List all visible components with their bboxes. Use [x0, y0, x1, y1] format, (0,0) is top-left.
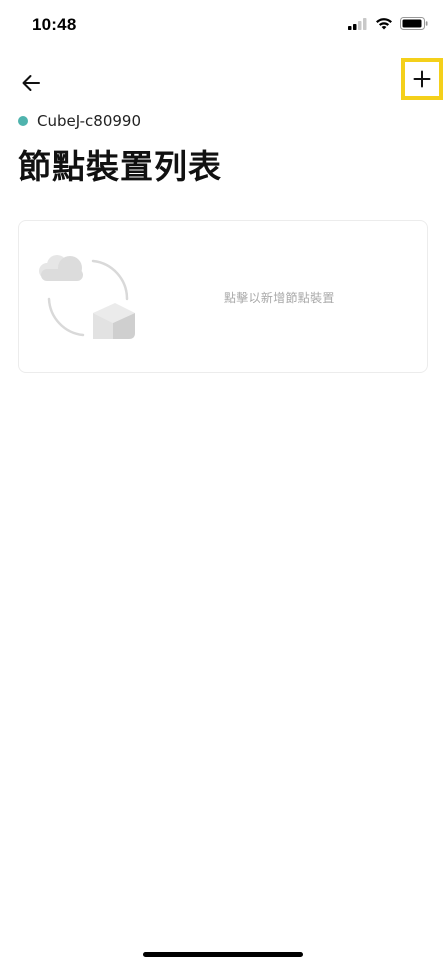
status-bar: 10:48 — [0, 0, 446, 52]
device-row: CubeJ-c80990 — [18, 112, 141, 130]
page-title: 節點裝置列表 — [18, 147, 222, 186]
sync-arc-bottom — [47, 297, 85, 337]
status-icons — [348, 17, 428, 30]
box-icon — [93, 303, 135, 339]
battery-icon — [400, 17, 428, 30]
arrow-left-icon — [22, 75, 40, 91]
home-indicator[interactable] — [143, 952, 303, 957]
status-time: 10:48 — [32, 15, 77, 34]
add-node-hint: 點擊以新增節點裝置 — [224, 291, 335, 305]
plus-icon — [413, 70, 431, 88]
cloud-icon — [39, 255, 83, 281]
cellular-signal-icon — [348, 17, 367, 30]
add-device-button[interactable] — [401, 58, 443, 100]
online-status-dot — [18, 116, 28, 126]
cloud-to-box-sync-illustration — [39, 255, 135, 339]
back-button[interactable] — [14, 66, 48, 100]
add-node-device-card[interactable]: 點擊以新增節點裝置 — [18, 220, 428, 373]
nav-bar — [0, 58, 446, 106]
wifi-icon — [376, 18, 392, 30]
sync-arc-top — [91, 259, 129, 301]
device-name: CubeJ-c80990 — [37, 112, 141, 130]
